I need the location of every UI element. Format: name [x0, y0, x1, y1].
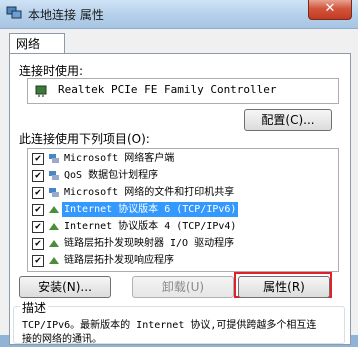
file-share-icon — [49, 188, 59, 197]
protocol-icon — [49, 223, 59, 230]
description-title: 描述 — [20, 299, 49, 316]
list-item[interactable]: ✔ 链路层拓扑发现响应程序 — [28, 253, 338, 268]
adapter-box: Realtek PCIe FE Family Controller — [27, 78, 339, 104]
list-item-label: 链路层拓扑发现映射器 I/O 驱动程序 — [64, 238, 235, 249]
list-item[interactable]: ✔ 链路层拓扑发现映射器 I/O 驱动程序 — [28, 236, 338, 251]
list-item[interactable]: ✔ Internet 协议版本 4 (TCP/IPv4) — [28, 219, 338, 234]
list-item-label: 链路层拓扑发现响应程序 — [64, 255, 174, 266]
tab-page: 连接时使用: Realtek PCIe FE Family Controller… — [9, 53, 351, 345]
checkbox[interactable]: ✔ — [32, 153, 44, 165]
list-item-label: QoS 数据包计划程序 — [64, 170, 159, 181]
tab-network[interactable]: 网络 — [9, 33, 65, 54]
checkbox[interactable]: ✔ — [32, 204, 44, 216]
checkbox[interactable]: ✔ — [32, 170, 44, 182]
list-item-label: Internet 协议版本 4 (TCP/IPv4) — [64, 221, 237, 232]
checkbox[interactable]: ✔ — [32, 238, 44, 250]
description-group: 描述 TCP/IPv6。最新版本的 Internet 协议,可提供跨越多个相互连… — [13, 299, 345, 345]
checkbox[interactable]: ✔ — [32, 255, 44, 267]
checkbox[interactable]: ✔ — [32, 221, 44, 233]
dialog-panel: 网络 连接时使用: Realtek PCIe FE Family Control… — [0, 29, 358, 345]
install-button[interactable]: 安装(N)... — [19, 276, 111, 298]
configure-button[interactable]: 配置(C)... — [244, 109, 332, 131]
uninstall-button[interactable]: 卸载(U) — [132, 276, 234, 298]
list-item[interactable]: ✔ Microsoft 网络客户端 — [28, 151, 338, 166]
adapter-name: Realtek PCIe FE Family Controller — [58, 83, 277, 96]
qos-icon — [49, 171, 59, 180]
title-bar: 本地连接 属性 ✕ — [0, 0, 358, 29]
window-title: 本地连接 属性 — [28, 8, 104, 22]
list-item-label: Microsoft 网络客户端 — [64, 153, 175, 164]
protocol-icon — [49, 257, 59, 264]
items-list[interactable]: ✔ Microsoft 网络客户端 ✔ QoS 数据包计划程序 ✔ Micros… — [27, 148, 339, 272]
list-item-label: Microsoft 网络的文件和打印机共享 — [64, 187, 235, 198]
network-adapter-icon — [35, 85, 47, 97]
connect-using-label: 连接时使用: — [19, 64, 84, 78]
properties-button[interactable]: 属性(R) — [238, 276, 330, 298]
list-item-selected[interactable]: ✔ Internet 协议版本 6 (TCP/IPv6) — [28, 202, 338, 217]
list-item[interactable]: ✔ QoS 数据包计划程序 — [28, 168, 338, 183]
network-client-icon — [49, 154, 59, 163]
items-label: 此连接使用下列项目(O): — [19, 132, 150, 146]
description-text: TCP/IPv6。最新版本的 Internet 协议,可提供跨越多个相互连接的网… — [22, 320, 317, 345]
checkbox[interactable]: ✔ — [32, 187, 44, 199]
list-item[interactable]: ✔ Microsoft 网络的文件和打印机共享 — [28, 185, 338, 200]
protocol-icon — [49, 240, 59, 247]
network-connection-icon — [6, 6, 22, 19]
close-button[interactable]: ✕ — [308, 0, 352, 20]
list-item-label: Internet 协议版本 6 (TCP/IPv6) — [62, 202, 239, 217]
protocol-icon — [49, 206, 59, 213]
